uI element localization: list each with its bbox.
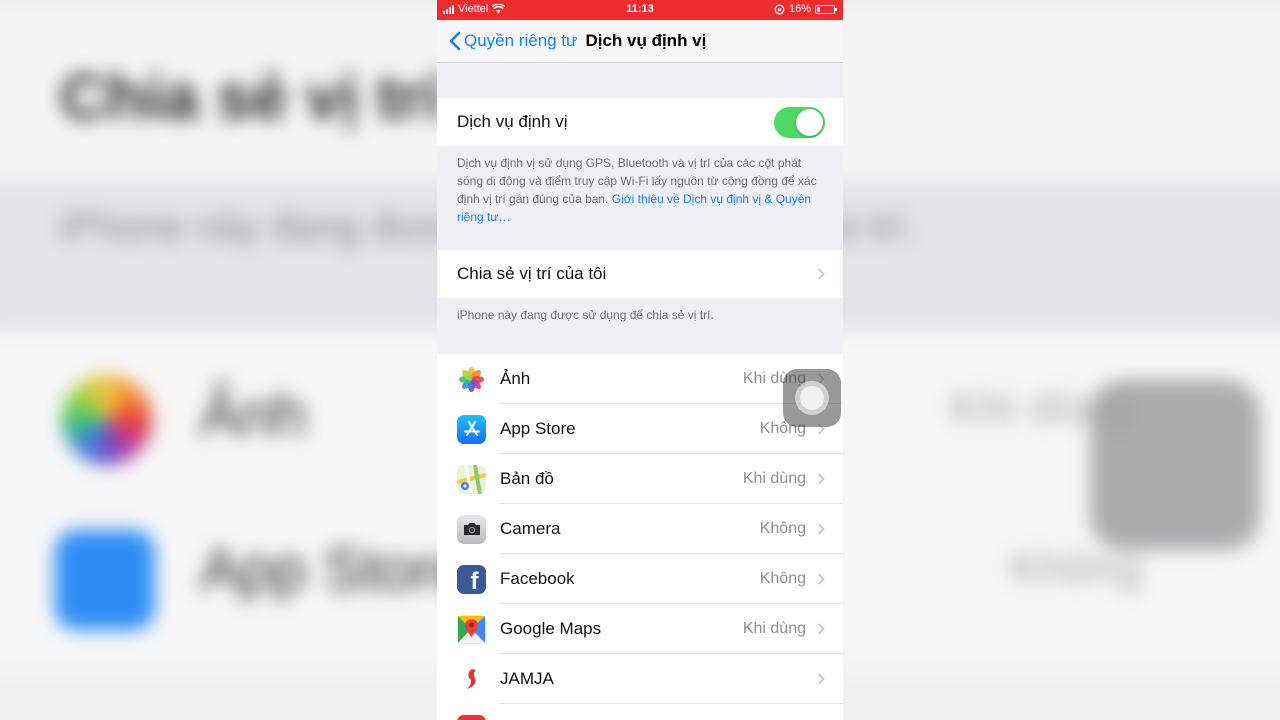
photos-icon <box>457 364 486 394</box>
app-row-camera[interactable]: Camera Không <box>437 504 843 554</box>
page-title: Dịch vụ định vị <box>585 31 707 50</box>
share-my-location-row[interactable]: Chia sẻ vị trí của tôi <box>437 250 843 298</box>
backdrop-assistive-touch <box>1090 380 1260 550</box>
maps-icon <box>457 464 486 494</box>
status-bar: Viettel 11:13 16% <box>437 0 843 20</box>
app-icon-partial <box>457 714 486 720</box>
navigation-bar: Quyền riêng tư Dịch vụ định vị <box>437 20 843 63</box>
location-services-toggle[interactable] <box>774 107 825 138</box>
backdrop-app1: Ảnh <box>200 381 307 448</box>
share-my-location-label: Chia sẻ vị trí của tôi <box>457 264 607 283</box>
chevron-right-icon <box>817 473 825 485</box>
app-name: Camera <box>500 519 561 538</box>
chevron-right-icon <box>817 268 825 280</box>
app-name: Ảnh <box>500 369 531 388</box>
lock-rotation-icon <box>774 4 785 14</box>
app-permission: Không <box>759 570 806 587</box>
app-row-partial <box>437 704 843 720</box>
battery-icon <box>815 4 837 14</box>
app-row-facebook[interactable]: f Facebook Không <box>437 554 843 604</box>
app-permission: Khi dùng <box>742 470 806 487</box>
back-label: Quyền riêng tư <box>464 31 578 50</box>
backdrop-app2: App Store <box>200 536 467 603</box>
app-name: JAMJA <box>500 669 554 688</box>
facebook-icon: f <box>457 564 486 594</box>
jamja-icon <box>457 664 486 694</box>
app-permission: Không <box>759 520 806 537</box>
app-permission: Khi dùng <box>742 620 806 637</box>
chevron-right-icon <box>817 623 825 635</box>
backdrop-app-store-icon <box>55 530 155 630</box>
assistive-touch-button[interactable] <box>783 369 841 427</box>
location-services-description: Dịch vụ định vị sử dụng GPS, Bluetooth v… <box>437 146 843 250</box>
app-name: Bản đồ <box>500 469 554 488</box>
app-name: Facebook <box>500 569 575 588</box>
app-row-jamja[interactable]: JAMJA <box>437 654 843 704</box>
location-services-row: Dịch vụ định vị <box>437 98 843 146</box>
google-maps-icon <box>457 614 486 644</box>
chevron-right-icon <box>817 673 825 685</box>
app-row-google-maps[interactable]: Google Maps Khi dùng <box>437 604 843 654</box>
chevron-left-icon <box>449 31 461 51</box>
toggle-knob <box>796 109 823 136</box>
app-name: App Store <box>500 419 576 438</box>
back-button[interactable]: Quyền riêng tư <box>437 31 577 51</box>
location-services-label: Dịch vụ định vị <box>457 112 568 131</box>
app-store-icon <box>457 414 486 444</box>
share-location-footnote: iPhone này đang được sử dụng để chia sẻ … <box>457 308 714 322</box>
chevron-right-icon <box>817 573 825 585</box>
app-row-maps[interactable]: Bản đồ Khi dùng <box>437 454 843 504</box>
app-name: Google Maps <box>500 619 602 638</box>
battery-percent: 16% <box>788 3 811 15</box>
chevron-right-icon <box>817 523 825 535</box>
phone-screen: Viettel 11:13 16% Quyền riêng tư Dịch vụ… <box>437 0 843 720</box>
backdrop-photos-icon <box>62 375 152 465</box>
camera-icon <box>457 514 486 544</box>
